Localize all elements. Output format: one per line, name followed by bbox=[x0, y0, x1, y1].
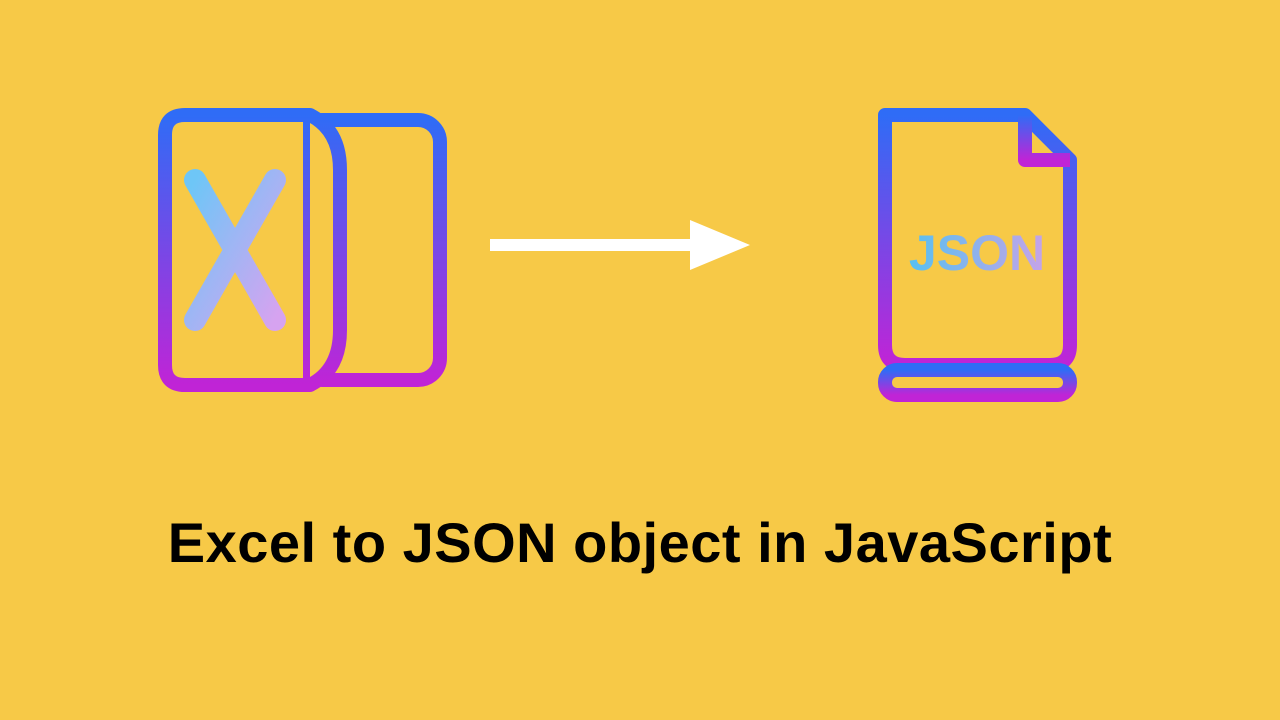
json-file-label: JSON bbox=[909, 225, 1045, 281]
page-title: Excel to JSON object in JavaScript bbox=[0, 510, 1280, 575]
json-file-icon: JSON bbox=[850, 105, 1100, 405]
excel-file-icon bbox=[140, 90, 460, 410]
arrow-right-icon bbox=[490, 215, 750, 275]
